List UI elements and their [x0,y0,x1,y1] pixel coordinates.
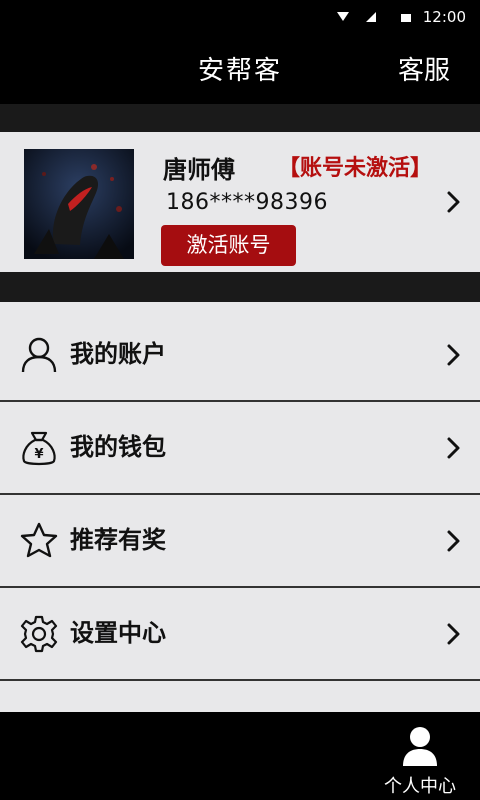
avatar[interactable] [24,149,134,259]
profile-card[interactable]: 唐师傅 【账号未激活】 186****98396 激活账号 [0,132,480,272]
app-header: 安帮客 客服 [0,36,480,104]
chevron-right-icon[interactable] [446,190,462,214]
star-icon [20,522,58,558]
gear-icon [20,615,58,653]
chevron-right-icon [447,344,460,366]
phone-number: 186****98396 [166,190,328,215]
status-bar: 12:00 [0,0,480,36]
account-status-badge: 【账号未激活】 [278,156,433,181]
user-name: 唐师傅 [163,156,235,184]
battery-icon [401,14,411,22]
menu-item-my-wallet[interactable]: ¥ 我的钱包 [0,402,480,495]
wifi-icon [337,12,349,21]
user-icon [21,337,57,373]
menu-item-label: 推荐有奖 [70,526,166,554]
svg-text:¥: ¥ [34,447,43,462]
tab-personal-center[interactable]: 个人中心 [378,722,462,797]
menu-item-my-account[interactable]: 我的账户 [0,309,480,402]
menu-item-label: 我的钱包 [70,433,166,461]
money-bag-icon: ¥ [22,431,56,466]
menu-item-referral-rewards[interactable]: 推荐有奖 [0,495,480,588]
person-icon [403,727,437,766]
status-time: 12:00 [422,8,466,26]
menu-item-settings[interactable]: 设置中心 [0,588,480,681]
menu-item-label: 设置中心 [70,619,166,647]
section-divider [0,104,480,132]
tab-label: 个人中心 [384,776,456,797]
menu-list: 我的账户 ¥ 我的钱包 推荐有奖 设置中心 [0,302,480,712]
chevron-right-icon [447,623,460,645]
activate-account-button[interactable]: 激活账号 [161,225,296,266]
chevron-right-icon [447,437,460,459]
chevron-right-icon [447,530,460,552]
section-divider [0,272,480,302]
bottom-nav: 个人中心 [0,712,480,800]
signal-icon [366,12,376,22]
customer-service-button[interactable]: 客服 [398,50,450,87]
avatar-image [24,149,134,259]
menu-item-label: 我的账户 [70,340,166,368]
